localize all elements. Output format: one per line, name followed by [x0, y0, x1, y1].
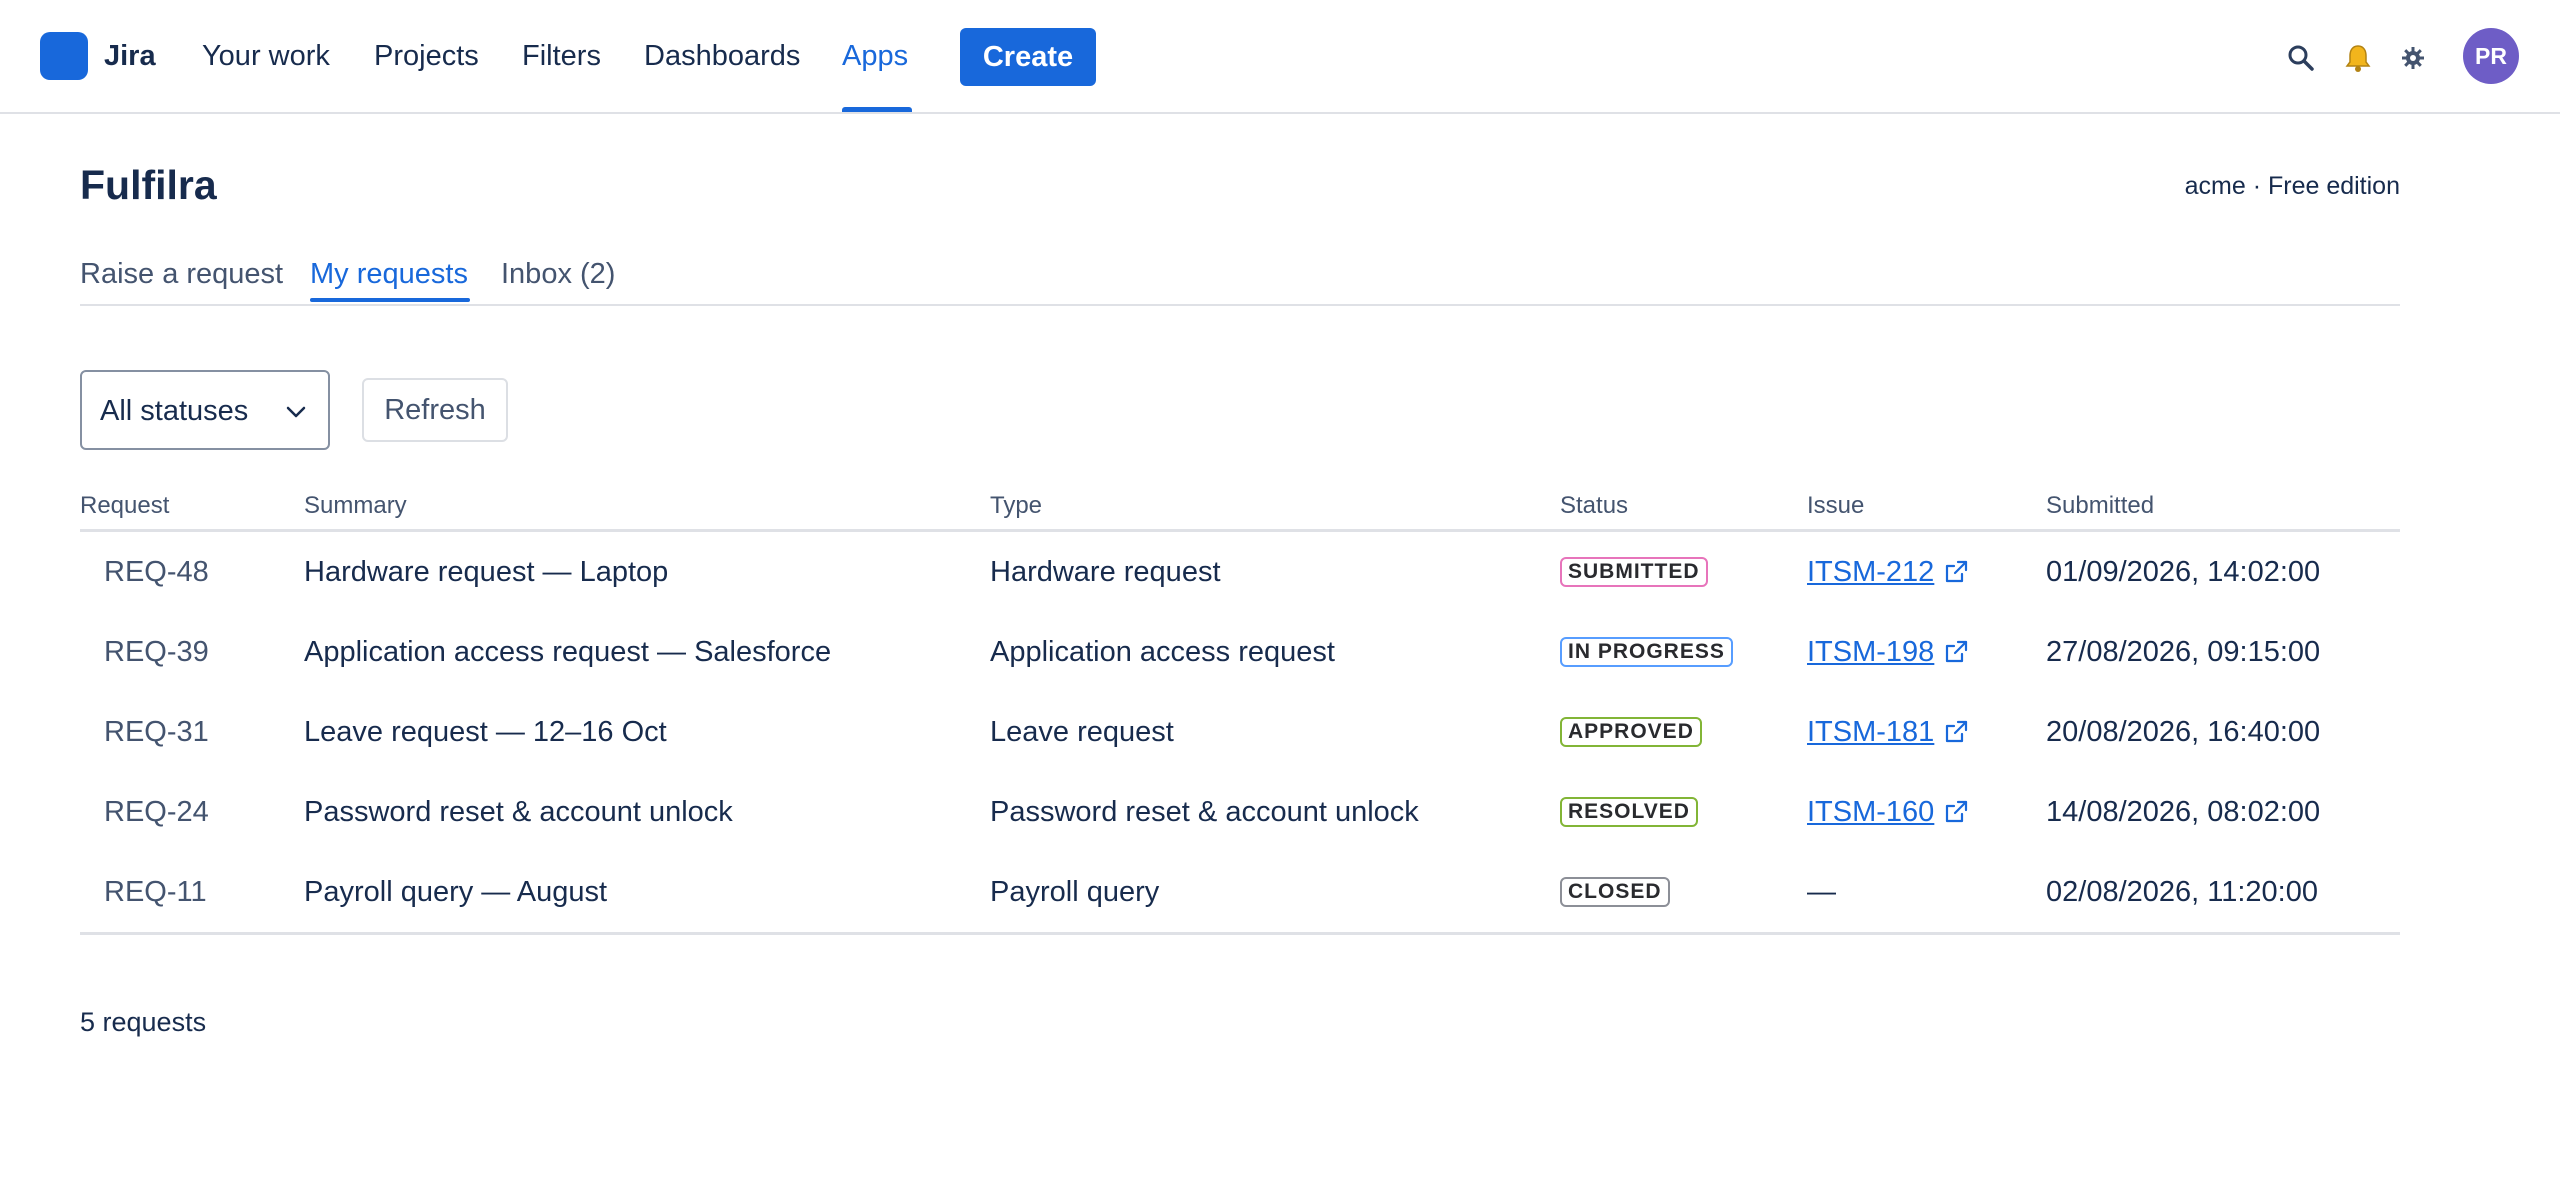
request-summary: Application access request — Salesforce	[304, 636, 832, 668]
external-link-icon	[1946, 800, 1968, 823]
tab-raise-a-request[interactable]: Raise a request	[80, 254, 283, 294]
nav-dashboards[interactable]: Dashboards	[644, 38, 800, 74]
submitted-date: 01/09/2026, 14:02:00	[2046, 556, 2321, 588]
status-badge: RESOLVED	[1560, 797, 1698, 827]
product-name[interactable]: Jira	[104, 38, 156, 74]
issue-link[interactable]: ITSM-198	[1807, 634, 1970, 670]
status-filter-select[interactable]: All statuses	[80, 370, 330, 450]
request-id[interactable]: REQ-24	[104, 794, 209, 830]
chevron-down-icon	[286, 406, 306, 418]
bell-icon[interactable]	[2338, 38, 2378, 78]
submitted-date: 02/08/2026, 11:20:00	[2046, 876, 2318, 908]
table-row[interactable]: REQ-48 Hardware request — Laptop Hardware …	[80, 532, 2400, 612]
tab-bar: Raise a request My requests Inbox (2)	[80, 254, 2400, 306]
issue-key: ITSM-181	[1807, 716, 1935, 748]
request-type: Payroll query	[990, 876, 1160, 908]
nav-projects[interactable]: Projects	[374, 38, 479, 74]
issue-key: ITSM-198	[1807, 636, 1935, 668]
column-header-summary[interactable]: Summary	[304, 490, 407, 522]
requests-table: Request Summary Type Status Issue Submit…	[80, 486, 2400, 935]
request-type: Password reset & account unlock	[990, 796, 1419, 828]
external-link-icon	[1946, 640, 1968, 663]
table-body: REQ-48 Hardware request — Laptop Hardware …	[80, 532, 2400, 932]
table-row[interactable]: REQ-31 Leave request — 12–16 Oct Leave req…	[80, 692, 2400, 772]
column-header-request[interactable]: Request	[80, 490, 169, 522]
submitted-date: 27/08/2026, 09:15:00	[2046, 636, 2321, 668]
request-id[interactable]: REQ-48	[104, 554, 209, 590]
issue-link[interactable]: ITSM-181	[1807, 714, 1970, 750]
issue-empty: —	[1807, 876, 1836, 908]
avatar[interactable]: PR	[2463, 28, 2519, 84]
request-summary: Leave request — 12–16 Oct	[304, 716, 667, 748]
request-id[interactable]: REQ-31	[104, 714, 209, 750]
status-badge: CLOSED	[1560, 877, 1670, 907]
nav-filters[interactable]: Filters	[522, 38, 601, 74]
request-count: 5 requests	[80, 1007, 207, 1037]
request-summary: Hardware request — Laptop	[304, 556, 669, 588]
request-type: Leave request	[990, 716, 1174, 748]
table-row[interactable]: REQ-24 Password reset & account unlock Pas…	[80, 772, 2400, 852]
submitted-date: 14/08/2026, 08:02:00	[2046, 796, 2321, 828]
nav-active-indicator	[842, 107, 912, 112]
issue-link[interactable]: ITSM-212	[1807, 554, 1970, 590]
create-button[interactable]: Create	[960, 28, 1096, 86]
search-icon[interactable]	[2281, 38, 2321, 78]
request-id[interactable]: REQ-11	[104, 874, 207, 910]
tab-inbox[interactable]: Inbox (2)	[501, 254, 615, 294]
external-link-icon	[1946, 720, 1968, 743]
refresh-button[interactable]: Refresh	[362, 378, 508, 442]
request-type: Application access request	[990, 636, 1335, 668]
top-navigation: Jira Your work Projects Filters Dashboar…	[0, 0, 2560, 114]
status-badge: IN PROGRESS	[1560, 637, 1733, 667]
column-header-type[interactable]: Type	[990, 490, 1042, 522]
jira-logo-icon[interactable]	[40, 32, 88, 80]
status-badge: SUBMITTED	[1560, 557, 1708, 587]
edition-label: acme · Free edition	[2184, 172, 2400, 200]
column-header-submitted[interactable]: Submitted	[2046, 490, 2154, 522]
nav-apps[interactable]: Apps	[842, 38, 908, 74]
request-type: Hardware request	[990, 556, 1221, 588]
column-header-status[interactable]: Status	[1560, 490, 1628, 522]
issue-key: ITSM-212	[1807, 556, 1935, 588]
nav-your-work[interactable]: Your work	[202, 38, 330, 74]
submitted-date: 20/08/2026, 16:40:00	[2046, 716, 2321, 748]
table-row[interactable]: REQ-11 Payroll query — August Payroll quer…	[80, 852, 2400, 932]
table-bottom-border	[80, 932, 2400, 935]
column-header-issue[interactable]: Issue	[1807, 490, 1864, 522]
table-header: Request Summary Type Status Issue Submit…	[80, 486, 2400, 532]
tab-active-indicator	[310, 298, 470, 302]
status-filter-value: All statuses	[100, 395, 249, 427]
request-id[interactable]: REQ-39	[104, 634, 209, 670]
request-summary: Payroll query — August	[304, 876, 608, 908]
request-summary: Password reset & account unlock	[304, 796, 733, 828]
issue-link[interactable]: ITSM-160	[1807, 794, 1970, 830]
issue-key: ITSM-160	[1807, 796, 1935, 828]
table-row[interactable]: REQ-39 Application access request — Sales…	[80, 612, 2400, 692]
page-title: Fulfilra	[80, 162, 217, 208]
status-badge: APPROVED	[1560, 717, 1702, 747]
tab-my-requests[interactable]: My requests	[310, 254, 468, 294]
external-link-icon	[1946, 560, 1968, 583]
gear-icon[interactable]	[2393, 38, 2433, 78]
